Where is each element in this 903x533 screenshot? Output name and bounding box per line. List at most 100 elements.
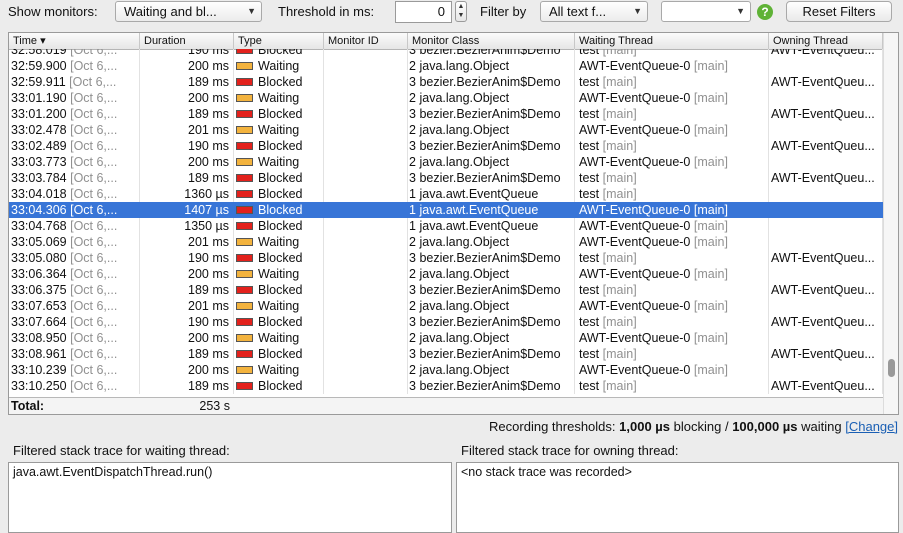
- waiting-stack-trace-pane[interactable]: java.awt.EventDispatchThread.run(): [8, 462, 452, 533]
- table-row[interactable]: 33:01.200 [Oct 6,... 189 ms Blocked 3 bezie…: [9, 106, 883, 122]
- table-row[interactable]: 33:10.239 [Oct 6,... 200 ms Waiting 2 java.…: [9, 362, 883, 378]
- table-body: 32:58.019 [Oct 6,... 190 ms Blocked 3 bezie…: [9, 49, 883, 397]
- waiting-thread-value: AWT-EventQueue-0: [579, 235, 691, 249]
- filter-text-combo[interactable]: ▼: [661, 1, 751, 22]
- type-color-icon: [236, 221, 253, 230]
- waiting-thread-tag: [main]: [693, 91, 728, 105]
- filter-by-select[interactable]: All text f... ▼: [540, 1, 648, 22]
- waiting-thread-tag: [main]: [693, 123, 728, 137]
- owning-stack-title: Filtered stack trace for owning thread:: [461, 443, 679, 458]
- table-row[interactable]: 33:10.250 [Oct 6,... 189 ms Blocked 3 bezie…: [9, 378, 883, 394]
- table-row[interactable]: 33:05.069 [Oct 6,... 201 ms Waiting 2 java.…: [9, 234, 883, 250]
- table-row[interactable]: 32:58.019 [Oct 6,... 190 ms Blocked 3 bezie…: [9, 49, 883, 58]
- monitor-id-cell: [324, 282, 408, 298]
- monitor-id-value: 3: [409, 49, 416, 57]
- date-value: [Oct 6,...: [70, 59, 118, 73]
- column-header-type[interactable]: Type: [234, 33, 324, 49]
- time-value: 33:07.653: [11, 299, 67, 313]
- owning-thread-cell: AWT-EventQueu...: [769, 314, 883, 330]
- time-value: 33:10.239: [11, 363, 67, 377]
- table-row[interactable]: 33:07.664 [Oct 6,... 190 ms Blocked 3 bezie…: [9, 314, 883, 330]
- scrollbar-thumb[interactable]: [888, 359, 895, 377]
- type-color-icon: [236, 157, 253, 166]
- monitor-class-value: java.lang.Object: [419, 155, 510, 169]
- time-value: 33:06.364: [11, 267, 67, 281]
- date-value: [Oct 6,...: [70, 187, 118, 201]
- threshold-input[interactable]: 0: [395, 1, 452, 23]
- help-icon[interactable]: ?: [757, 4, 773, 20]
- type-cell: Waiting: [234, 122, 324, 138]
- table-row[interactable]: 33:08.961 [Oct 6,... 189 ms Blocked 3 bezie…: [9, 346, 883, 362]
- type-color-icon: [236, 189, 253, 198]
- waiting-label: waiting: [801, 419, 842, 434]
- table-row[interactable]: 32:59.911 [Oct 6,... 189 ms Blocked 3 bezie…: [9, 74, 883, 90]
- change-link[interactable]: [Change]: [845, 419, 898, 434]
- column-header-owning-thread[interactable]: Owning Thread: [769, 33, 883, 49]
- duration-cell: 189 ms: [140, 170, 234, 186]
- date-value: [Oct 6,...: [70, 203, 118, 217]
- duration-cell: 201 ms: [140, 122, 234, 138]
- table-row[interactable]: 33:03.773 [Oct 6,... 200 ms Waiting 2 java.…: [9, 154, 883, 170]
- owning-stack-trace-pane[interactable]: <no stack trace was recorded>: [456, 462, 899, 533]
- type-cell: Blocked: [234, 282, 324, 298]
- date-value: [Oct 6,...: [70, 379, 118, 393]
- type-value: Waiting: [258, 123, 300, 137]
- type-color-icon: [236, 173, 253, 182]
- column-header-time[interactable]: Time ▾: [9, 33, 140, 49]
- spinner-up-icon[interactable]: ▲: [456, 2, 466, 11]
- waiting-thread-value: test: [579, 347, 600, 361]
- waiting-thread-value: test: [579, 75, 600, 89]
- table-row[interactable]: 33:04.768 [Oct 6,... 1350 µs Blocked 1 java…: [9, 218, 883, 234]
- owning-stack-trace-text[interactable]: <no stack trace was recorded>: [461, 465, 894, 479]
- type-cell: Waiting: [234, 330, 324, 346]
- table-row[interactable]: 33:01.190 [Oct 6,... 200 ms Waiting 2 java.…: [9, 90, 883, 106]
- table-row[interactable]: 33:04.306 [Oct 6,... 1407 µs Blocked 1 java…: [9, 202, 883, 218]
- recording-label: Recording thresholds:: [489, 419, 616, 434]
- monitor-class-cell: 3 bezier.BezierAnim$Demo: [408, 314, 575, 330]
- chevron-down-icon: ▼: [736, 6, 745, 16]
- type-color-icon: [236, 317, 253, 326]
- waiting-thread-tag: [main]: [602, 49, 637, 57]
- table-row[interactable]: 33:07.653 [Oct 6,... 201 ms Waiting 2 java.…: [9, 298, 883, 314]
- type-value: Waiting: [258, 155, 300, 169]
- time-value: 33:04.306: [11, 203, 67, 217]
- type-value: Blocked: [258, 315, 303, 329]
- monitor-id-value: 1: [409, 219, 416, 233]
- monitor-id-cell: [324, 154, 408, 170]
- column-header-waiting-thread[interactable]: Waiting Thread: [575, 33, 769, 49]
- monitor-class-value: bezier.BezierAnim$Demo: [419, 139, 561, 153]
- owning-thread-cell: AWT-EventQueu...: [769, 250, 883, 266]
- column-header-monitor-class[interactable]: Monitor Class: [408, 33, 575, 49]
- waiting-thread-cell: AWT-EventQueue-0 [main]: [575, 58, 769, 74]
- waiting-thread-cell: test [main]: [575, 250, 769, 266]
- table-row[interactable]: 33:06.375 [Oct 6,... 189 ms Blocked 3 bezie…: [9, 282, 883, 298]
- time-cell: 32:59.911 [Oct 6,...: [9, 74, 140, 90]
- table-row[interactable]: 33:04.018 [Oct 6,... 1360 µs Blocked 1 java…: [9, 186, 883, 202]
- table-row[interactable]: 33:05.080 [Oct 6,... 190 ms Blocked 3 bezie…: [9, 250, 883, 266]
- table-row[interactable]: 33:02.489 [Oct 6,... 190 ms Blocked 3 bezie…: [9, 138, 883, 154]
- table-row[interactable]: 33:03.784 [Oct 6,... 189 ms Blocked 3 bezie…: [9, 170, 883, 186]
- filter-toolbar: Show monitors: Waiting and bl... ▼ Thres…: [0, 0, 903, 26]
- waiting-thread-tag: [main]: [602, 187, 637, 201]
- threshold-spinner[interactable]: ▲ ▼: [455, 1, 467, 22]
- time-value: 32:59.911: [11, 75, 66, 89]
- monitor-class-cell: 2 java.lang.Object: [408, 122, 575, 138]
- type-value: Waiting: [258, 91, 300, 105]
- reset-filters-button[interactable]: Reset Filters: [786, 1, 892, 22]
- monitor-id-cell: [324, 298, 408, 314]
- waiting-stack-trace-text[interactable]: java.awt.EventDispatchThread.run(): [13, 465, 447, 479]
- column-header-duration[interactable]: Duration: [140, 33, 234, 49]
- table-row[interactable]: 33:06.364 [Oct 6,... 200 ms Waiting 2 java.…: [9, 266, 883, 282]
- spinner-down-icon[interactable]: ▼: [456, 11, 466, 20]
- table-row[interactable]: 33:08.950 [Oct 6,... 200 ms Waiting 2 java.…: [9, 330, 883, 346]
- monitor-id-value: 3: [409, 283, 416, 297]
- monitor-id-value: 3: [409, 315, 416, 329]
- type-value: Blocked: [258, 347, 303, 361]
- table-scrollbar[interactable]: [883, 33, 898, 414]
- table-row[interactable]: 33:02.478 [Oct 6,... 201 ms Waiting 2 java.…: [9, 122, 883, 138]
- type-color-icon: [236, 61, 253, 70]
- show-monitors-select[interactable]: Waiting and bl... ▼: [115, 1, 262, 22]
- column-header-monitor-id[interactable]: Monitor ID: [324, 33, 408, 49]
- table-row[interactable]: 32:59.900 [Oct 6,... 200 ms Waiting 2 java.…: [9, 58, 883, 74]
- duration-cell: 201 ms: [140, 234, 234, 250]
